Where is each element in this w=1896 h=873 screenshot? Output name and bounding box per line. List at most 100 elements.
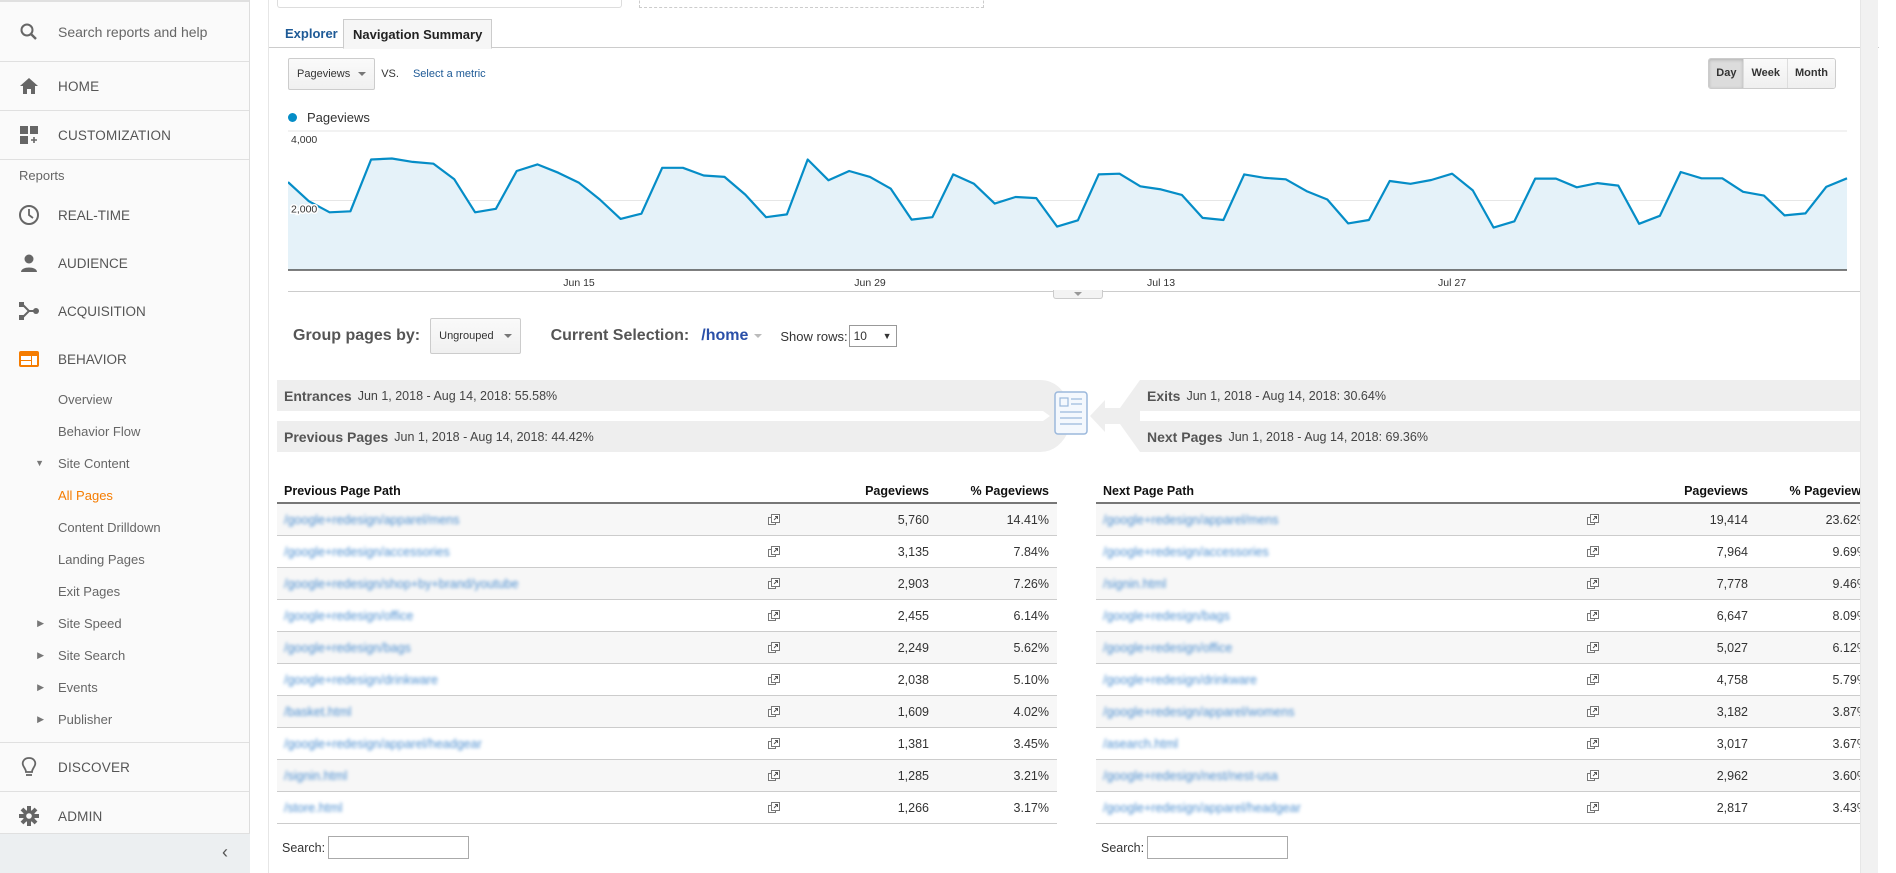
open-page-icon[interactable] bbox=[1568, 577, 1618, 590]
open-page-icon[interactable] bbox=[749, 673, 799, 686]
scrollbar[interactable] bbox=[1860, 0, 1878, 873]
sidebar-subitem[interactable]: Landing Pages bbox=[0, 543, 249, 575]
period-month-button[interactable]: Month bbox=[1787, 59, 1835, 88]
sidebar-subitem[interactable]: ▶ Publisher bbox=[0, 703, 249, 735]
metric-dropdown[interactable]: Pageviews bbox=[288, 58, 376, 90]
page-path-link[interactable]: /google+redesign/accessories bbox=[1096, 545, 1568, 559]
group-pages-dropdown[interactable]: Ungrouped bbox=[430, 318, 521, 354]
current-selection-value[interactable]: /home bbox=[701, 327, 748, 345]
open-page-icon[interactable] bbox=[1568, 801, 1618, 814]
current-selection-label: Current Selection: bbox=[550, 327, 690, 344]
table-row: /signin.html 1,285 3.21% bbox=[277, 760, 1057, 792]
segment-box[interactable] bbox=[277, 0, 622, 8]
caret-right-icon[interactable]: ▶ bbox=[0, 618, 58, 629]
column-header-pageviews[interactable]: Pageviews bbox=[1618, 484, 1748, 498]
sidebar-subitem[interactable]: Overview bbox=[0, 383, 249, 415]
chevron-left-icon[interactable]: ‹ bbox=[222, 842, 228, 863]
show-rows-label: Show rows: bbox=[780, 328, 848, 344]
page-path-link[interactable]: /google+redesign/nest/nest-usa bbox=[1096, 769, 1568, 783]
page-path-link[interactable]: /google+redesign/accessories bbox=[277, 545, 749, 559]
sidebar-item-audience[interactable]: AUDIENCE bbox=[0, 239, 249, 287]
page-path-link[interactable]: /google+redesign/apparel/mens bbox=[1096, 513, 1568, 527]
chart-collapse-handle[interactable] bbox=[1053, 290, 1103, 299]
sidebar-subitem[interactable]: All Pages bbox=[0, 479, 249, 511]
open-page-icon[interactable] bbox=[749, 545, 799, 558]
column-header-percent[interactable]: % Pageviews bbox=[1748, 484, 1876, 498]
page-path-link[interactable]: /basket.html bbox=[277, 705, 749, 719]
open-page-icon[interactable] bbox=[749, 801, 799, 814]
caret-right-icon[interactable]: ▶ bbox=[0, 682, 58, 693]
sidebar-search[interactable]: Search reports and help bbox=[0, 0, 249, 62]
sidebar-item-acquisition[interactable]: ACQUISITION bbox=[0, 287, 249, 335]
search-input[interactable] bbox=[328, 836, 470, 859]
sidebar-subitem[interactable]: ▶ Site Speed bbox=[0, 607, 249, 639]
open-page-icon[interactable] bbox=[749, 641, 799, 654]
page-path-link[interactable]: /google+redesign/apparel/headgear bbox=[277, 737, 749, 751]
show-rows-select[interactable]: 10 ▼ bbox=[848, 325, 897, 347]
open-page-icon[interactable] bbox=[749, 769, 799, 782]
page-path-link[interactable]: /google+redesign/bags bbox=[277, 641, 749, 655]
page-path-link[interactable]: /google+redesign/drinkware bbox=[1096, 673, 1568, 687]
table-row: /google+redesign/office 2,455 6.14% bbox=[277, 600, 1057, 632]
column-header-pageviews[interactable]: Pageviews bbox=[799, 484, 929, 498]
select-metric-link[interactable]: Select a metric bbox=[413, 68, 486, 80]
open-page-icon[interactable] bbox=[1568, 641, 1618, 654]
add-segment-box[interactable] bbox=[639, 0, 984, 8]
sidebar-item-home[interactable]: HOME bbox=[0, 62, 249, 111]
open-page-icon[interactable] bbox=[749, 737, 799, 750]
open-page-icon[interactable] bbox=[1568, 513, 1618, 526]
open-page-icon[interactable] bbox=[749, 705, 799, 718]
caret-right-icon[interactable]: ▶ bbox=[0, 650, 58, 661]
column-header-percent[interactable]: % Pageviews bbox=[929, 484, 1057, 498]
open-page-icon[interactable] bbox=[1568, 737, 1618, 750]
period-day-button[interactable]: Day bbox=[1709, 59, 1744, 88]
tab-explorer[interactable]: Explorer bbox=[285, 19, 338, 48]
table-row: /google+redesign/drinkware 4,758 5.79% bbox=[1096, 664, 1876, 696]
page-path-link[interactable]: /signin.html bbox=[277, 769, 749, 783]
pageviews-value: 3,017 bbox=[1716, 736, 1748, 751]
page-path-link[interactable]: /google+redesign/bags bbox=[1096, 609, 1568, 623]
sidebar-subitem[interactable]: Behavior Flow bbox=[0, 415, 249, 447]
open-page-icon[interactable] bbox=[749, 513, 799, 526]
entrances-label: Entrances bbox=[284, 387, 352, 404]
sidebar-item-customization[interactable]: CUSTOMIZATION bbox=[0, 111, 249, 160]
table-row: /google+redesign/apparel/womens 3,182 3.87… bbox=[1096, 696, 1876, 728]
caret-down-icon[interactable]: ▼ bbox=[0, 458, 58, 468]
open-page-icon[interactable] bbox=[1568, 673, 1618, 686]
page-path-link[interactable]: /google+redesign/apparel/womens bbox=[1096, 705, 1568, 719]
page-path-link[interactable]: /google+redesign/apparel/headgear bbox=[1096, 801, 1568, 815]
page-path-link[interactable]: /google+redesign/office bbox=[277, 609, 749, 623]
open-page-icon[interactable] bbox=[1568, 545, 1618, 558]
caret-right-icon[interactable]: ▶ bbox=[0, 714, 58, 725]
open-page-icon[interactable] bbox=[1568, 769, 1618, 782]
open-page-icon[interactable] bbox=[1568, 609, 1618, 622]
sidebar-item-discover[interactable]: DISCOVER bbox=[0, 743, 249, 792]
page-path-link[interactable]: /google+redesign/shop+by+brand/youtube bbox=[277, 577, 749, 591]
column-header-path[interactable]: Previous Page Path bbox=[277, 484, 749, 498]
sidebar-subitem[interactable]: ▼ Site Content bbox=[0, 447, 249, 479]
sidebar-subitem[interactable]: ▶ Site Search bbox=[0, 639, 249, 671]
page-path-link[interactable]: /signin.html bbox=[1096, 577, 1568, 591]
page-path-link[interactable]: /asearch.html bbox=[1096, 737, 1568, 751]
sidebar-item-realtime[interactable]: REAL-TIME bbox=[0, 191, 249, 239]
page-path-link[interactable]: /google+redesign/drinkware bbox=[277, 673, 749, 687]
caret-down-icon[interactable] bbox=[754, 334, 763, 338]
column-header-path[interactable]: Next Page Path bbox=[1096, 484, 1568, 498]
sidebar-item-behavior[interactable]: BEHAVIOR bbox=[0, 335, 249, 383]
tab-navigation-summary[interactable]: Navigation Summary bbox=[343, 19, 493, 49]
table-body: /google+redesign/apparel/mens 5,760 14.41%… bbox=[277, 504, 1057, 824]
open-page-icon[interactable] bbox=[1568, 705, 1618, 718]
open-page-icon[interactable] bbox=[749, 577, 799, 590]
page-path-link[interactable]: /google+redesign/apparel/mens bbox=[277, 513, 749, 527]
page-path-link[interactable]: /store.html bbox=[277, 801, 749, 815]
entrances-value: Jun 1, 2018 - Aug 14, 2018: 55.58% bbox=[357, 388, 558, 403]
sidebar-subitem-label: Exit Pages bbox=[58, 583, 121, 599]
sidebar-subitem[interactable]: Exit Pages bbox=[0, 575, 249, 607]
sidebar-subitem[interactable]: Content Drilldown bbox=[0, 511, 249, 543]
page-path-link[interactable]: /google+redesign/office bbox=[1096, 641, 1568, 655]
search-icon bbox=[0, 22, 58, 42]
period-week-button[interactable]: Week bbox=[1743, 59, 1788, 88]
open-page-icon[interactable] bbox=[749, 609, 799, 622]
sidebar-subitem[interactable]: ▶ Events bbox=[0, 671, 249, 703]
search-input[interactable] bbox=[1147, 836, 1289, 859]
